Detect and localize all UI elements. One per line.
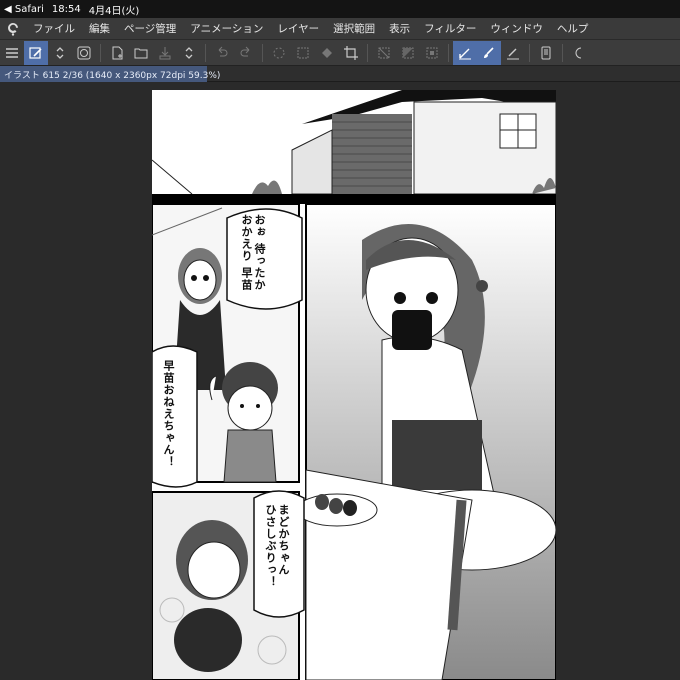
edit-mode-icon[interactable] bbox=[24, 40, 48, 65]
pen-tool-icon[interactable] bbox=[453, 40, 477, 65]
menu-bar: ファイル 編集 ページ管理 アニメーション レイヤー 選択範囲 表示 フィルター… bbox=[0, 18, 680, 40]
invert-selection-icon[interactable] bbox=[396, 41, 420, 65]
save-icon[interactable] bbox=[153, 41, 177, 65]
app-logo-icon[interactable] bbox=[0, 18, 26, 40]
updown-stepper-icon[interactable] bbox=[48, 41, 72, 65]
menu-filter[interactable]: フィルター bbox=[417, 21, 483, 36]
status-time: 18:54 bbox=[51, 3, 81, 15]
menu-window[interactable]: ウィンドウ bbox=[483, 21, 550, 36]
transform-icon[interactable] bbox=[291, 41, 315, 65]
updown-stepper-icon[interactable] bbox=[177, 41, 201, 65]
crop-icon[interactable] bbox=[339, 41, 363, 65]
menu-animation[interactable]: アニメーション bbox=[183, 21, 270, 36]
manga-page[interactable]: おぉ 待ったか おかえり 早苗 早苗おねえちゃん！ まどかちゃん ひさしぶりっ！ bbox=[152, 90, 556, 680]
more-tools-icon[interactable] bbox=[567, 41, 591, 65]
selection-frame-icon[interactable] bbox=[420, 41, 444, 65]
redo-icon[interactable] bbox=[234, 41, 258, 65]
loading-icon[interactable] bbox=[267, 41, 291, 65]
back-to-safari-link[interactable]: ◀ Safari bbox=[4, 4, 44, 15]
menu-view[interactable]: 表示 bbox=[382, 21, 417, 36]
canvas-area[interactable]: おぉ 待ったか おかえり 早苗 早苗おねえちゃん！ まどかちゃん ひさしぶりっ！ bbox=[0, 82, 680, 680]
panel-house bbox=[152, 90, 556, 195]
toolbar-divider bbox=[448, 43, 449, 62]
speech-text-3: まどかちゃん ひさしぶりっ！ bbox=[264, 504, 290, 588]
toolbar-divider bbox=[262, 43, 263, 62]
back-app-label: Safari bbox=[14, 3, 44, 15]
toolbar-divider bbox=[100, 43, 101, 62]
speech-text-1: おぉ 待ったか おかえり 早苗 bbox=[240, 214, 266, 291]
fill-bucket-icon[interactable] bbox=[315, 41, 339, 65]
smartphone-connect-icon[interactable] bbox=[534, 41, 558, 65]
toolbar-divider bbox=[529, 43, 530, 62]
document-tab[interactable]: イラスト 615 2/36 (1640 x 2360px 72dpi 59.3%… bbox=[0, 66, 220, 82]
command-bar bbox=[0, 40, 680, 66]
status-date: 4月4日(火) bbox=[88, 5, 140, 17]
menu-page-management[interactable]: ページ管理 bbox=[117, 21, 183, 36]
clear-selection-icon[interactable] bbox=[372, 41, 396, 65]
toolbar-divider bbox=[562, 43, 563, 62]
menu-layer[interactable]: レイヤー bbox=[270, 21, 326, 36]
hamburger-menu-icon[interactable] bbox=[0, 41, 24, 65]
companion-mode-icon[interactable] bbox=[72, 41, 96, 65]
menu-edit[interactable]: 編集 bbox=[82, 21, 117, 36]
document-tab-bar: イラスト 615 2/36 (1640 x 2360px 72dpi 59.3%… bbox=[0, 66, 680, 82]
menu-file[interactable]: ファイル bbox=[26, 21, 82, 36]
brush-tool-icon[interactable] bbox=[477, 40, 501, 65]
menu-help[interactable]: ヘルプ bbox=[550, 21, 596, 36]
panel-eating-rice-ball bbox=[296, 203, 556, 680]
toolbar-divider bbox=[367, 43, 368, 62]
undo-icon[interactable] bbox=[210, 41, 234, 65]
menu-selection[interactable]: 選択範囲 bbox=[326, 21, 382, 36]
status-bar: ◀ Safari 18:54 4月4日(火) bbox=[0, 0, 680, 18]
speech-text-2: 早苗おねえちゃん！ bbox=[162, 360, 175, 468]
open-folder-icon[interactable] bbox=[129, 41, 153, 65]
manga-artwork bbox=[152, 90, 556, 680]
toolbar-divider bbox=[205, 43, 206, 62]
eraser-tool-icon[interactable] bbox=[501, 41, 525, 65]
new-document-icon[interactable] bbox=[105, 41, 129, 65]
